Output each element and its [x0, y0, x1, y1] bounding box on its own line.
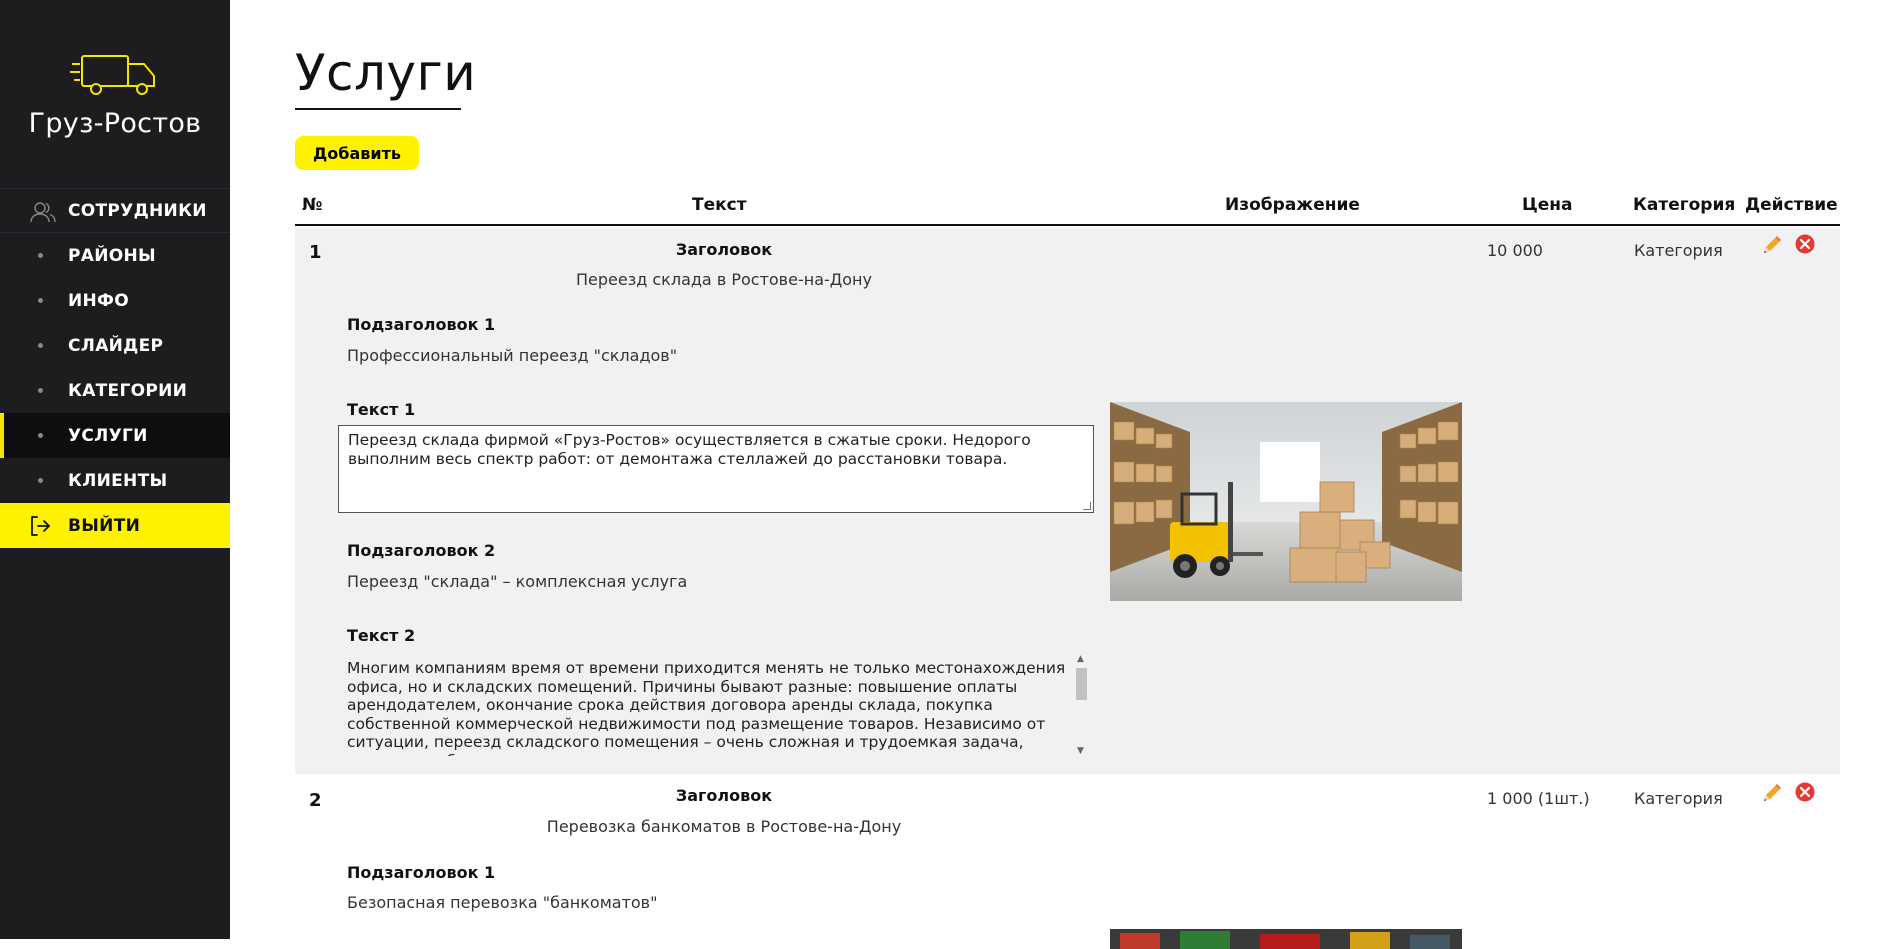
text2-scrollbar[interactable]: ▲ ▼: [1075, 654, 1087, 756]
column-header-number: №: [302, 195, 323, 215]
subheading2-label: Подзаголовок 2: [347, 541, 496, 560]
column-header-price: Цена: [1522, 195, 1573, 215]
table-row: 1 Заголовок Переезд склада в Ростове-на-…: [295, 228, 1840, 774]
bullet-icon: [38, 478, 43, 483]
category-value: Категория: [1634, 789, 1723, 808]
row-number: 1: [309, 242, 322, 263]
text1-label: Текст 1: [347, 400, 416, 419]
subheading1-value: Безопасная перевозка "банкоматов": [347, 893, 658, 912]
sidebar: Груз-Ростов СОТРУДНИКИ РАЙОНЫ ИНФО СЛАЙД…: [0, 0, 230, 939]
column-header-category: Категория: [1633, 195, 1736, 215]
sidebar-item-label: КЛИЕНТЫ: [68, 470, 168, 491]
subheading2-value: Переезд "склада" – комплексная услуга: [347, 572, 688, 591]
text1-textarea[interactable]: Переезд склада фирмой «Груз-Ростов» осущ…: [338, 425, 1094, 513]
users-icon: [30, 202, 56, 223]
text2-value: Многим компаниям время от времени приход…: [347, 659, 1066, 756]
table-header: № Текст Изображение Цена Категория Дейст…: [295, 190, 1840, 226]
page-title: Услуги: [295, 44, 477, 102]
resize-handle[interactable]: [1083, 502, 1091, 510]
sidebar-item-clients[interactable]: КЛИЕНТЫ: [0, 458, 230, 503]
edit-pencil-icon[interactable]: [1761, 782, 1783, 804]
table-row: 2 Заголовок Перевозка банкоматов в Росто…: [295, 776, 1840, 949]
sidebar-item-slider[interactable]: СЛАЙДЕР: [0, 323, 230, 368]
bullet-icon: [38, 433, 43, 438]
text2-label: Текст 2: [347, 626, 416, 645]
sidebar-item-categories[interactable]: КАТЕГОРИИ: [0, 368, 230, 413]
sidebar-item-districts[interactable]: РАЙОНЫ: [0, 233, 230, 278]
sidebar-item-label: ИНФО: [68, 290, 129, 311]
bullet-icon: [38, 253, 43, 258]
heading-label: Заголовок: [675, 786, 773, 805]
heading-label: Заголовок: [675, 240, 773, 259]
subheading1-value: Профессиональный переезд "складов": [347, 346, 678, 365]
text2-textarea[interactable]: Многим компаниям время от времени приход…: [338, 656, 1085, 756]
column-header-image: Изображение: [1225, 195, 1360, 215]
logo[interactable]: Груз-Ростов: [0, 0, 230, 188]
text1-value: Переезд склада фирмой «Груз-Ростов» осущ…: [348, 431, 1031, 468]
price-value: 1 000 (1шт.): [1487, 789, 1590, 808]
title-underline: [295, 108, 461, 110]
main-content: Услуги Добавить № Текст Изображение Цена…: [295, 0, 1840, 949]
subheading1-label: Подзаголовок 1: [347, 863, 496, 882]
column-header-text: Текст: [692, 195, 747, 215]
scroll-thumb[interactable]: [1076, 668, 1087, 700]
sidebar-item-info[interactable]: ИНФО: [0, 278, 230, 323]
heading-value: Переезд склада в Ростове-на-Дону: [576, 270, 872, 289]
edit-pencil-icon[interactable]: [1761, 234, 1783, 256]
sidebar-item-label: СЛАЙДЕР: [68, 335, 164, 356]
category-value: Категория: [1634, 241, 1723, 260]
logout-label: ВЫЙТИ: [68, 515, 141, 536]
bullet-icon: [38, 388, 43, 393]
bullet-icon: [38, 343, 43, 348]
row-number: 2: [309, 790, 322, 811]
sidebar-item-label: УСЛУГИ: [68, 425, 148, 446]
add-button[interactable]: Добавить: [295, 136, 419, 170]
logout-icon: [31, 516, 50, 536]
delete-icon[interactable]: [1795, 782, 1815, 802]
logo-text: Груз-Ростов: [28, 107, 202, 139]
sidebar-item-employees[interactable]: СОТРУДНИКИ: [0, 188, 230, 233]
sidebar-item-services[interactable]: УСЛУГИ: [0, 413, 230, 458]
sidebar-menu: СОТРУДНИКИ РАЙОНЫ ИНФО СЛАЙДЕР КАТЕГОРИИ…: [0, 188, 230, 548]
column-header-action: Действие: [1745, 195, 1838, 215]
bullet-icon: [38, 298, 43, 303]
heading-value: Перевозка банкоматов в Ростове-на-Дону: [546, 817, 902, 836]
scroll-up-icon[interactable]: ▲: [1077, 654, 1084, 664]
scroll-down-icon[interactable]: ▼: [1077, 746, 1084, 756]
service-image: [1110, 402, 1462, 601]
sidebar-item-label: СОТРУДНИКИ: [68, 200, 207, 221]
truck-icon: [70, 54, 155, 95]
service-image: [1110, 929, 1462, 949]
sidebar-item-label: РАЙОНЫ: [68, 245, 156, 266]
logout-button[interactable]: ВЫЙТИ: [0, 503, 230, 548]
price-value: 10 000: [1487, 241, 1543, 260]
delete-icon[interactable]: [1795, 234, 1815, 254]
sidebar-item-label: КАТЕГОРИИ: [68, 380, 188, 401]
subheading1-label: Подзаголовок 1: [347, 315, 496, 334]
